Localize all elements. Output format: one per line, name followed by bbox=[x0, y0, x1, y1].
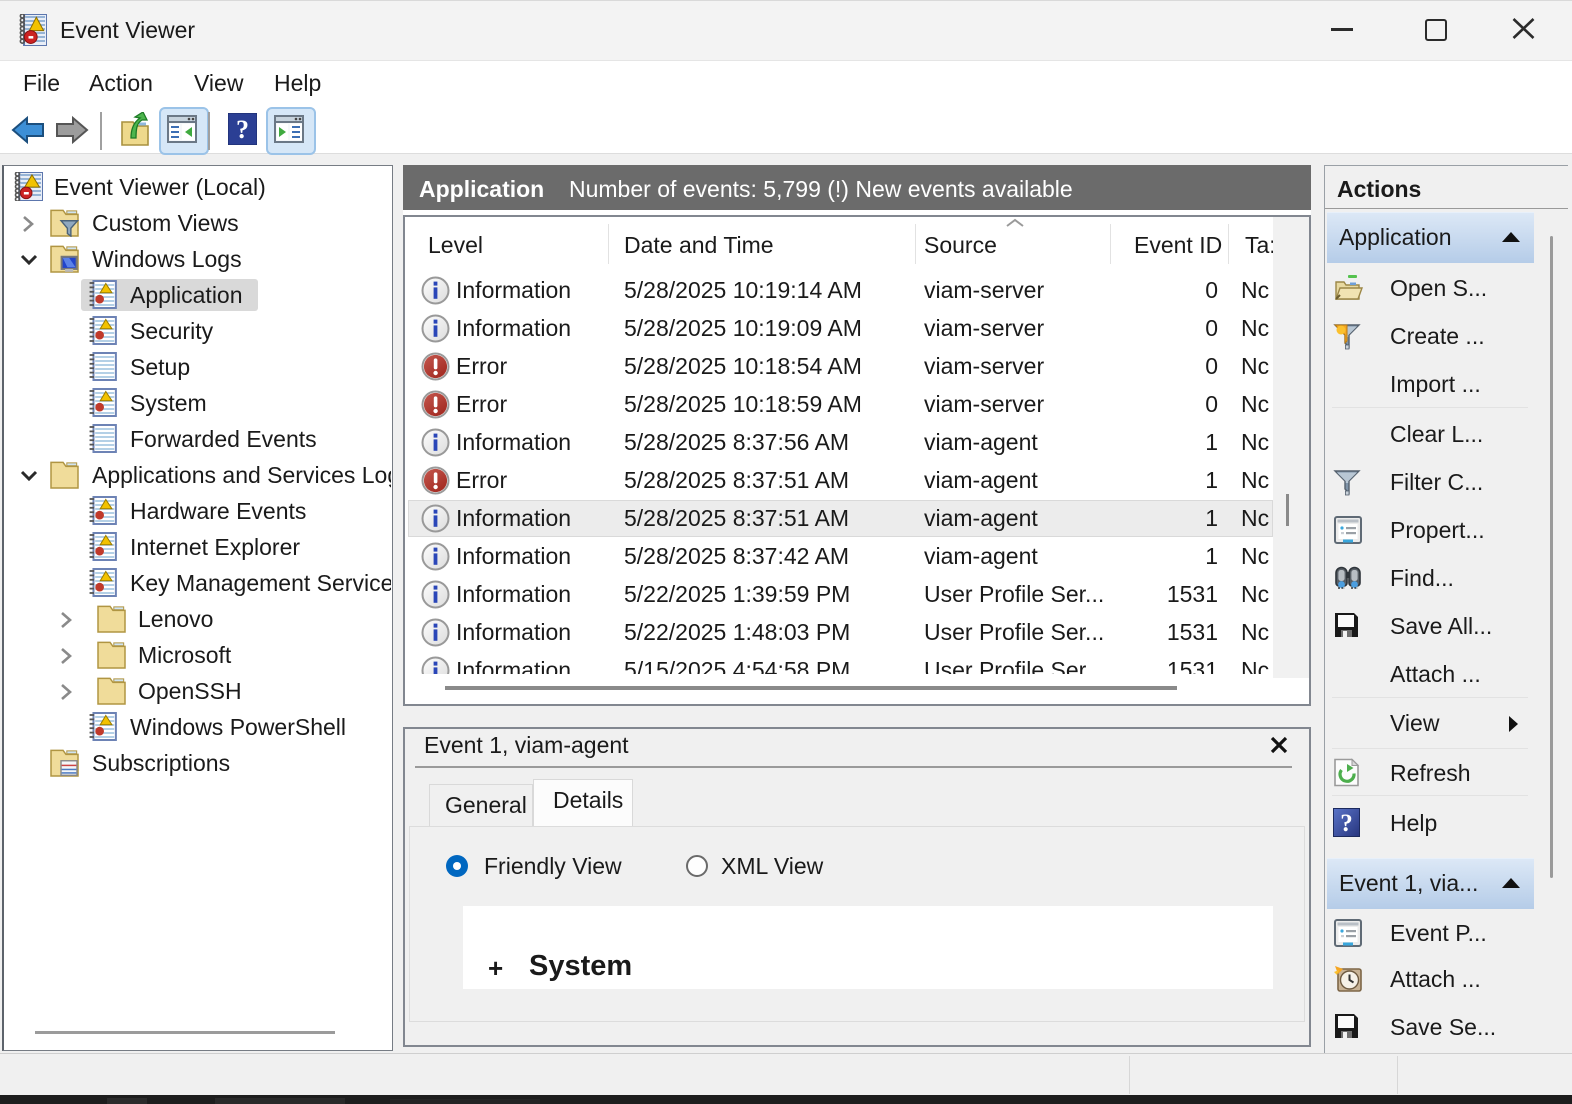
svg-text:?: ? bbox=[1340, 810, 1353, 837]
svg-text:?: ? bbox=[236, 115, 249, 144]
